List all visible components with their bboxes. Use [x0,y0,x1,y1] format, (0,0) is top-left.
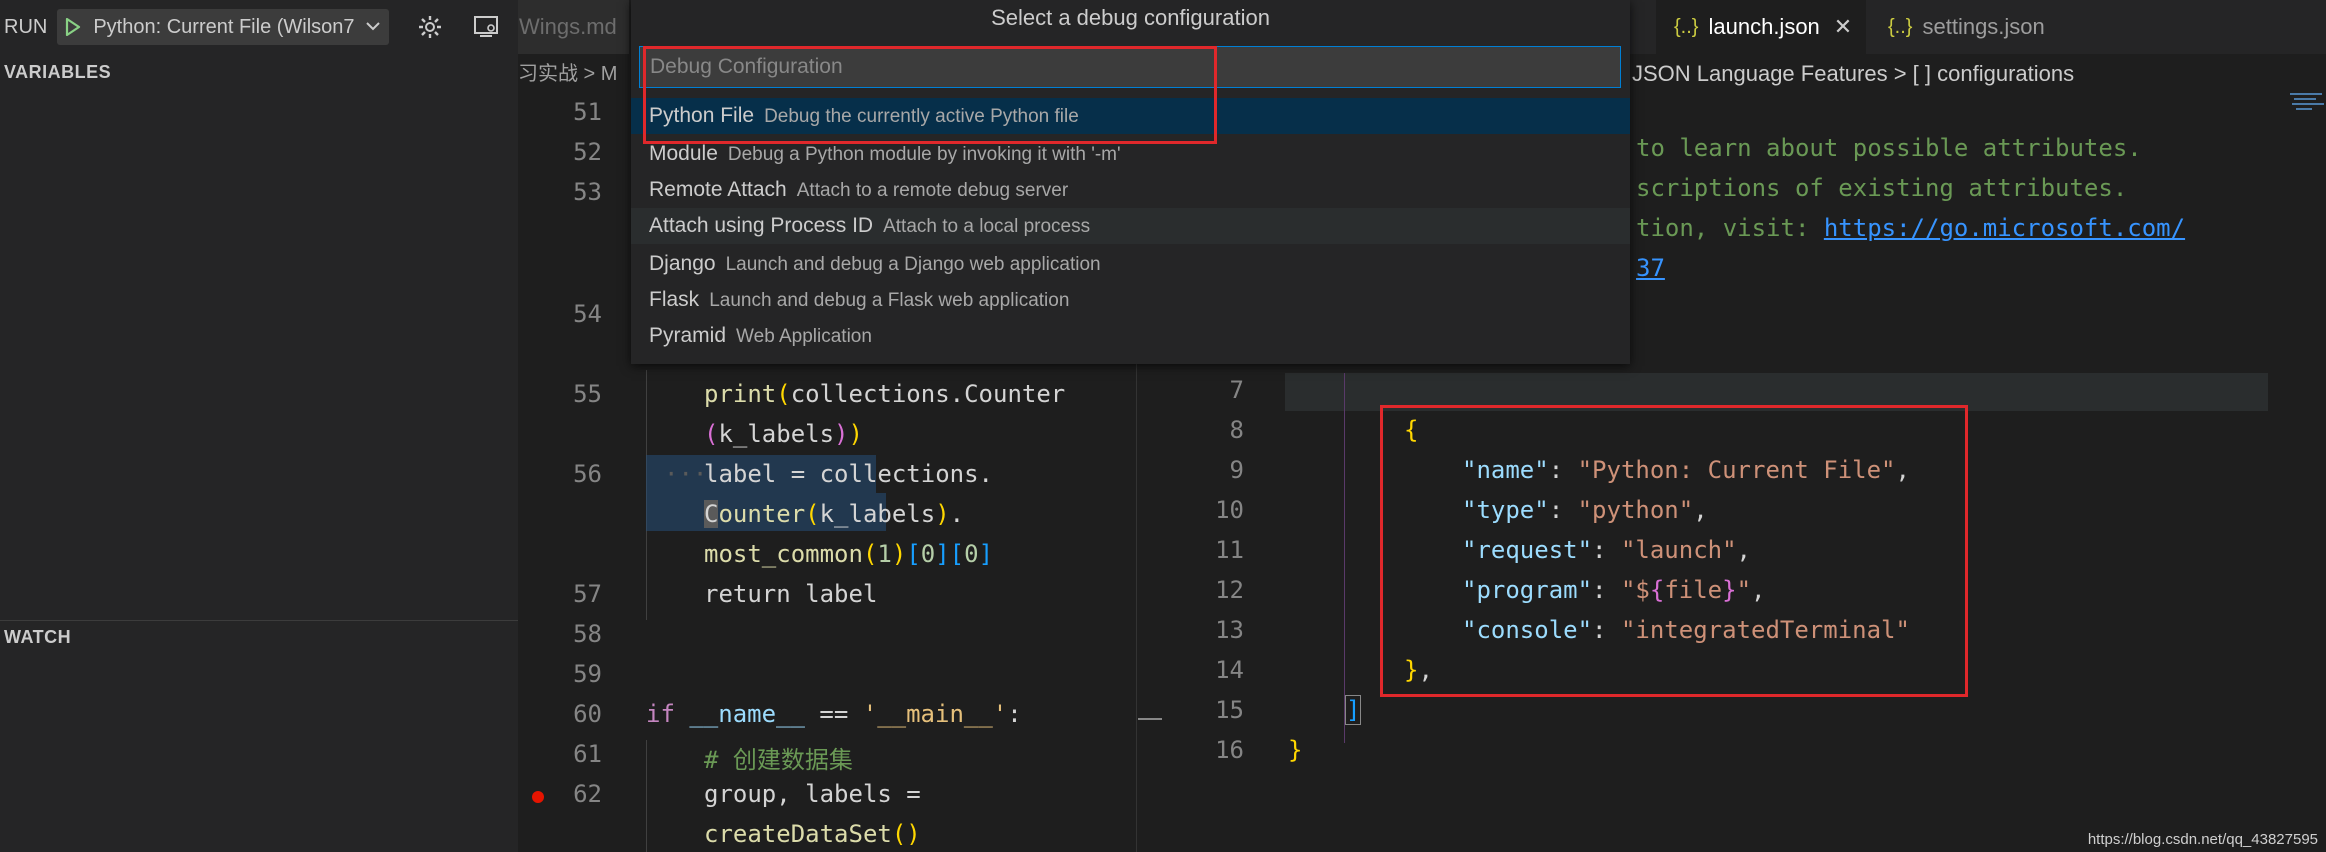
docs-link[interactable]: https://go.microsoft.com/ [1824,214,2185,242]
start-debugging-icon[interactable] [65,18,81,36]
indent-guide [646,740,647,852]
json-file-icon: {..} [1674,15,1699,38]
line-number: 57 [573,580,602,608]
line-number: 8 [1229,416,1244,444]
code-comment: # 创建数据集 [704,746,853,774]
line-number: 16 [1215,736,1244,764]
indent-guide [1344,373,1345,743]
code-line: print(collections.Counter [704,380,1066,408]
code-line: label = collections. [704,460,993,488]
line-number: 61 [573,740,602,768]
json-close-bracket: ] [1344,695,1362,725]
code-comment: scriptions of existing attributes. [1636,174,2128,202]
code-line: Counter(k_labels). [704,500,965,528]
line-number: 15 [1215,696,1244,724]
line-number: 52 [573,138,602,166]
line-number: 10 [1215,496,1244,524]
minimap[interactable] [2286,90,2326,130]
quick-pick-item[interactable]: Remote Attach Attach to a remote debug se… [631,172,1630,208]
json-final-brace: } [1288,736,1303,764]
quick-pick-item[interactable]: Django Launch and debug a Django web appl… [631,246,1630,282]
debug-console-icon[interactable] [471,12,501,42]
section-divider [0,620,518,621]
line-number: 62 [573,780,602,808]
code-comment: to learn about possible attributes. [1636,134,2142,162]
debug-config-name: Python: Current File (Wilson7 [93,15,355,38]
debug-config-quick-pick: Select a debug configuration Debug Confi… [631,0,1630,364]
code-line: return label [704,580,878,608]
line-number: 59 [573,660,602,688]
tab-settings-json[interactable]: {..} settings.json [1876,0,2076,54]
chevron-down-icon [365,18,381,36]
line-number: 9 [1229,456,1244,484]
tab-launch-json[interactable]: {..} launch.json ✕ [1656,0,1866,54]
line-number: 60 [573,700,602,728]
tab-label: settings.json [1922,14,2045,39]
watch-section-header[interactable]: WATCH [4,627,71,648]
highlight-box [1380,405,1968,697]
code-line: createDataSet() [704,820,921,848]
scroll-indicator [1138,718,1162,720]
line-number: 12 [1215,576,1244,604]
quick-pick-item[interactable]: Flask Launch and debug a Flask web applic… [631,282,1630,318]
code-line: group, labels = [704,780,921,808]
quick-pick-item[interactable]: Pyramid Web Application [631,318,1630,354]
breadcrumb[interactable]: JSON Language Features > [ ] configurati… [1632,58,2074,90]
debug-config-dropdown[interactable]: Python: Current File (Wilson7 [57,9,389,45]
line-number: 13 [1215,616,1244,644]
gear-icon[interactable] [415,12,445,42]
code-comment: 37 [1636,254,1665,282]
line-number: 54 [573,300,602,328]
line-number: 7 [1229,376,1244,404]
code-line: most_common(1)[0][0] [704,540,994,568]
highlight-box [643,46,1217,144]
line-number: 11 [1215,536,1244,564]
line-number: 56 [573,460,602,488]
watermark: https://blog.csdn.net/qq_43827595 [2087,831,2318,848]
json-file-icon: {..} [1888,15,1913,38]
close-icon[interactable]: ✕ [1834,14,1852,40]
line-number: 53 [573,178,602,206]
line-number: 51 [573,98,602,126]
whitespace-dots: ··· [664,460,708,488]
tab-label: launch.json [1708,14,1820,39]
code-comment: tion, visit: https://go.microsoft.com/ [1636,214,2186,242]
line-number: 14 [1215,656,1244,684]
quick-pick-item[interactable]: Attach using Process ID Attach to a local… [631,208,1630,244]
quick-pick-title: Select a debug configuration [991,5,1270,30]
line-number: 58 [573,620,602,648]
docs-link[interactable]: 37 [1636,254,1665,282]
line-number: 55 [573,380,602,408]
breadcrumb[interactable]: 习实战 > M [518,58,617,90]
run-label: RUN [4,15,48,38]
run-toolbar: RUN Python: Current File (Wilson7 [0,0,518,54]
breakpoint-marker[interactable] [532,791,544,803]
variables-section-header[interactable]: VARIABLES [4,62,111,83]
debug-sidebar: RUN Python: Current File (Wilson7 VARIAB… [0,0,518,852]
code-line: if __name__ == '__main__': [646,700,1022,728]
code-line: (k_labels)) [704,420,863,448]
tab-wings-md[interactable]: Wings.md [518,0,629,54]
